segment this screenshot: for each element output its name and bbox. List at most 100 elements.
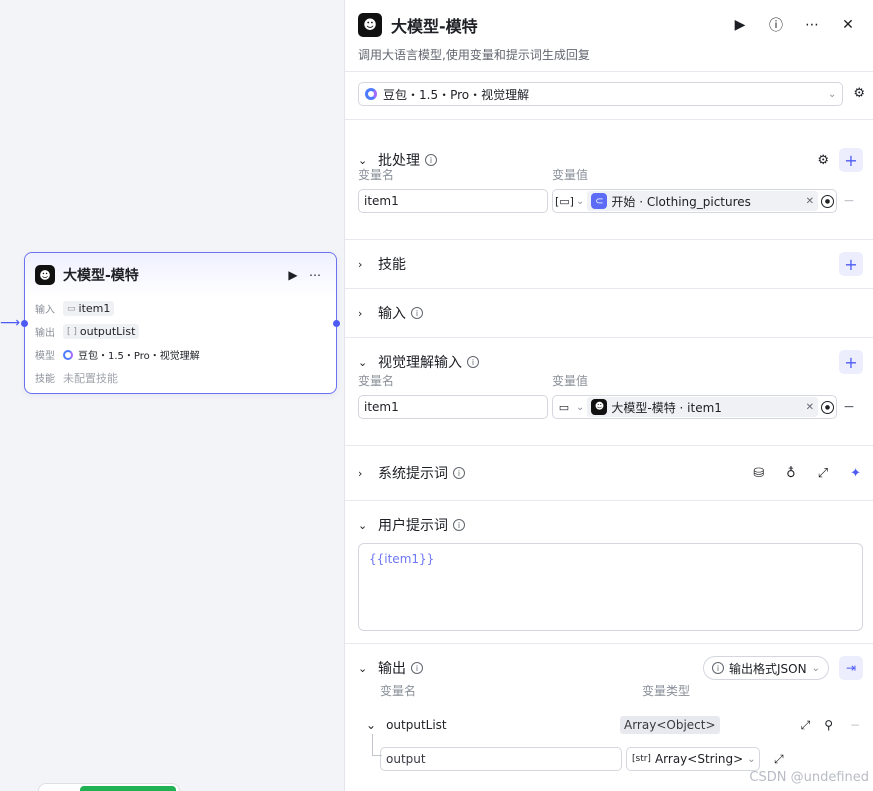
bottom-run-button[interactable]: [80, 786, 176, 791]
node-row-output: 输出 [ ] outputList: [25, 320, 336, 343]
add-child-icon[interactable]: ⚲: [824, 718, 833, 732]
vision-add-button[interactable]: +: [839, 350, 863, 374]
clear-icon[interactable]: ✕: [806, 196, 814, 207]
panel-description: 调用大语言模型,使用变量和提示词生成回复: [358, 48, 590, 62]
run-icon[interactable]: ▶: [282, 264, 304, 286]
expand-icon[interactable]: ⤢: [801, 718, 811, 733]
skills-title: 技能: [378, 257, 406, 273]
vision-var-value-field[interactable]: ▭ ⌄ ☻ 大模型-模特 · item1 ✕ ●: [552, 395, 837, 419]
node-input-tag: ▭ item1: [63, 301, 115, 316]
node-output-tag: [ ] outputList: [63, 324, 140, 339]
incoming-edge-arrow: ⟶: [0, 315, 21, 331]
output-var-name[interactable]: outputList: [386, 718, 447, 732]
more-icon[interactable]: ⋯: [801, 17, 823, 33]
info-icon: i: [712, 662, 725, 674]
output-var-type[interactable]: Array<Object>: [620, 716, 720, 734]
node-output-value: outputList: [79, 325, 136, 338]
close-icon[interactable]: ✕: [837, 17, 859, 33]
llm-logo-icon: ☻: [591, 399, 608, 415]
chevron-right-icon[interactable]: ›: [358, 467, 378, 480]
node-output-port[interactable]: [333, 320, 340, 327]
node-input-port[interactable]: [21, 320, 28, 327]
vision-title: 视觉理解输入: [378, 355, 462, 371]
info-icon: i: [453, 519, 465, 531]
remove-row-button[interactable]: −: [847, 718, 863, 732]
col-label-name: 变量名: [380, 684, 417, 698]
output-child-type-select[interactable]: [str] Array<String> ⌄: [626, 747, 760, 771]
output-child-type: Array<String>: [654, 752, 744, 766]
expand-icon[interactable]: ⤢: [774, 752, 784, 767]
node-model-value: 豆包・1.5・Pro・视觉理解: [78, 351, 200, 362]
string-array-type-icon: [str]: [632, 754, 651, 764]
llm-node-card[interactable]: ☻ 大模型-模特 ▶ ⋯ 输入 ▭ item1 输出 [ ] outputList …: [21, 252, 340, 394]
node-input-value: item1: [78, 302, 111, 315]
help-icon[interactable]: ⓘ: [765, 15, 787, 35]
col-label-name: 变量名: [358, 168, 395, 182]
node-config-panel: ☻ 大模型-模特 ▶ ⓘ ⋯ ✕ 调用大语言模型,使用变量和提示词生成回复 豆包…: [344, 0, 873, 791]
info-icon: i: [453, 467, 465, 479]
chevron-down-icon[interactable]: ⌄: [358, 519, 378, 532]
output-title: 输出: [378, 661, 406, 677]
vision-var-name-input[interactable]: item1: [358, 395, 548, 419]
chevron-down-icon[interactable]: ⌄: [576, 402, 584, 413]
node-row-model: 模型 豆包・1.5・Pro・视觉理解: [25, 343, 336, 366]
output-section: ⌄ 输出 i i 输出格式JSON ⌄ ⇥ 变量名 变量类型 ⌄ outputL…: [345, 644, 873, 776]
panel-header: ☻ 大模型-模特 ▶ ⓘ ⋯ ✕ 调用大语言模型,使用变量和提示词生成回复: [345, 0, 873, 72]
output-child-name-input[interactable]: output: [380, 747, 622, 771]
expand-icon[interactable]: ⤢: [818, 466, 828, 481]
start-node-icon: ⊂: [591, 193, 608, 209]
prompt-library-icon[interactable]: ⛁: [753, 466, 764, 481]
model-select[interactable]: 豆包・1.5・Pro・视觉理解 ⌄: [358, 82, 844, 106]
output-import-button[interactable]: ⇥: [839, 656, 863, 680]
doubao-icon: [365, 88, 377, 100]
image-icon: ▭: [67, 303, 76, 314]
batch-var-row: item1 [▭] ⌄ ⊂ 开始 · Clothing_pictures ✕ ●…: [358, 184, 863, 218]
more-icon[interactable]: ⋯: [304, 264, 326, 286]
batch-var-value-field[interactable]: [▭] ⌄ ⊂ 开始 · Clothing_pictures ✕ ●: [552, 189, 837, 213]
chevron-down-icon[interactable]: ⌄: [358, 356, 378, 369]
run-icon[interactable]: ▶: [729, 17, 751, 33]
col-label-name: 变量名: [358, 374, 395, 388]
col-label-value: 变量值: [552, 374, 589, 388]
user-prompt-title: 用户提示词: [378, 518, 448, 534]
skills-section: › 技能 +: [345, 240, 873, 289]
watermark: CSDN @undefined: [749, 770, 869, 785]
chevron-down-icon[interactable]: ⌄: [366, 718, 376, 732]
batch-add-button[interactable]: +: [839, 148, 863, 172]
model-settings-gear-icon[interactable]: ⚙: [853, 86, 865, 101]
remove-row-button[interactable]: −: [841, 193, 857, 209]
vision-col-labels: 变量名 变量值: [358, 372, 863, 390]
workflow-canvas[interactable]: ⟶ ☻ 大模型-模特 ▶ ⋯ 输入 ▭ item1 输出 [ ] outputLis…: [0, 0, 344, 791]
remove-row-button[interactable]: −: [841, 399, 857, 415]
info-icon: i: [425, 154, 437, 166]
chevron-right-icon[interactable]: ›: [358, 258, 378, 271]
batch-var-name-input[interactable]: item1: [358, 189, 548, 213]
batch-settings-gear-icon[interactable]: ⚙: [817, 153, 829, 168]
image-type-icon[interactable]: ▭: [555, 401, 573, 414]
lightbulb-icon[interactable]: ♁: [786, 466, 796, 481]
system-prompt-section: › 系统提示词 i ⛁ ♁ ⤢ ✦: [345, 446, 873, 501]
chevron-down-icon[interactable]: ⌄: [576, 196, 584, 207]
chevron-down-icon[interactable]: ⌄: [358, 154, 378, 167]
variable-chip-label: 大模型-模特 · item1: [611, 400, 722, 415]
input-section: › 输入 i: [345, 289, 873, 338]
target-icon[interactable]: ●: [821, 194, 834, 208]
output-format-select[interactable]: i 输出格式JSON ⌄: [703, 656, 829, 680]
chevron-down-icon[interactable]: ⌄: [358, 662, 378, 675]
batch-section: ⌄ 批处理 i ⚙ + 变量名 变量值 item1 [▭] ⌄ ⊂ 开始 · C…: [345, 120, 873, 240]
target-icon[interactable]: ●: [821, 400, 834, 414]
chevron-right-icon[interactable]: ›: [358, 307, 378, 320]
user-prompt-editor[interactable]: {{item1}}: [358, 543, 863, 631]
ai-sparkle-icon[interactable]: ✦: [850, 466, 861, 481]
node-row-key: 模型: [35, 351, 55, 362]
col-label-value: 变量值: [552, 168, 589, 182]
doubao-icon: [63, 349, 73, 360]
node-row-key: 技能: [35, 374, 55, 385]
clear-icon[interactable]: ✕: [806, 402, 814, 413]
array-image-type-icon[interactable]: [▭]: [555, 195, 574, 208]
node-header: ☻ 大模型-模特 ▶ ⋯: [25, 253, 336, 297]
system-prompt-title: 系统提示词: [378, 466, 448, 482]
model-select-value: 豆包・1.5・Pro・视觉理解: [383, 87, 530, 102]
vision-section: ⌄ 视觉理解输入 i + 变量名 变量值 item1 ▭ ⌄ ☻ 大模型-模特 …: [345, 338, 873, 446]
skills-add-button[interactable]: +: [839, 252, 863, 276]
